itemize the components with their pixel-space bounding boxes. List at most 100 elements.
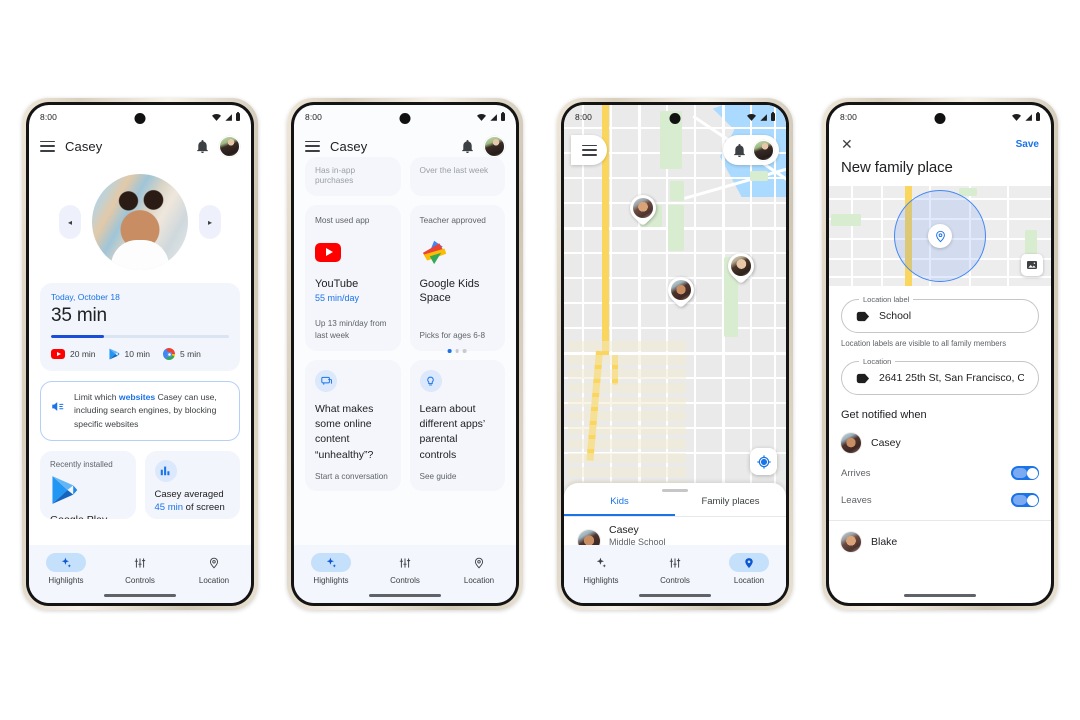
status-time: 8:00 xyxy=(840,112,857,122)
sliders-icon xyxy=(655,553,695,572)
chrome-icon xyxy=(163,348,176,360)
nav-item-location[interactable]: Location xyxy=(712,553,786,585)
my-location-button[interactable] xyxy=(750,448,777,475)
screenshot-canvas: 8:00 Casey ◂ ▸ Today, October 18 35 min … xyxy=(0,0,1080,720)
faded-card-in-app-purchases[interactable]: Has in-app purchases xyxy=(305,157,401,196)
tip-link[interactable]: websites xyxy=(119,392,155,402)
map-top-actions xyxy=(723,135,779,165)
bottom-navigation: Highlights Controls Location xyxy=(564,545,786,603)
bottom-navigation: Highlights Controls Location xyxy=(29,545,251,603)
screen-time-card[interactable]: Today, October 18 35 min 20 min 10 min 5… xyxy=(40,283,240,371)
location-address-value: 2641 25th St, San Francisco, CA 9... xyxy=(879,372,1024,384)
google-kids-space-icon xyxy=(422,240,446,265)
nav-item-controls[interactable]: Controls xyxy=(638,553,712,585)
location-pin-icon xyxy=(729,553,769,572)
nav-item-highlights[interactable]: Highlights xyxy=(294,553,368,585)
phone-2-bezel: 8:00 Casey Has in-app purchases Over the… xyxy=(291,102,519,606)
nav-item-highlights[interactable]: Highlights xyxy=(564,553,638,585)
family-location-map[interactable]: 8:00 Kids Family places Casey Middle Sch… xyxy=(564,105,786,603)
parent-avatar[interactable] xyxy=(753,139,774,161)
nav-item-highlights[interactable]: Highlights xyxy=(29,553,103,585)
nav-item-controls[interactable]: Controls xyxy=(368,553,442,585)
carousel-dot[interactable] xyxy=(463,349,467,353)
map-image-button[interactable] xyxy=(1021,254,1043,276)
map-pin-casey[interactable] xyxy=(662,271,700,309)
phone-3-bezel: 8:00 Kids Family places Casey Middle Sch… xyxy=(561,102,789,606)
carousel-dot[interactable] xyxy=(455,349,460,353)
teacher-approved-footer: Picks for ages 6-8 xyxy=(419,331,486,341)
tab-kids[interactable]: Kids xyxy=(564,496,675,516)
close-icon[interactable]: ✕ xyxy=(841,137,853,151)
casey-profile-photo[interactable] xyxy=(92,174,188,270)
teacher-approved-card[interactable]: Teacher approved Google Kids Space Picks… xyxy=(409,205,505,353)
blake-avatar xyxy=(841,532,861,552)
notification-bell-icon[interactable] xyxy=(461,139,474,153)
sparkle-icon xyxy=(581,553,621,572)
highlight-feed: Has in-app purchases Over the last week … xyxy=(294,157,516,491)
wifi-icon xyxy=(477,113,486,121)
hamburger-menu-icon[interactable] xyxy=(40,140,55,152)
nav-item-location[interactable]: Location xyxy=(442,553,516,585)
notification-bell-icon[interactable] xyxy=(196,139,209,153)
map-pin-mom[interactable] xyxy=(722,247,760,285)
sheet-drag-handle[interactable] xyxy=(662,489,688,492)
save-button[interactable]: Save xyxy=(1016,139,1039,150)
map-road xyxy=(1007,186,1009,286)
app-usage-chrome: 5 min xyxy=(163,348,201,360)
camera-punch-hole xyxy=(399,113,411,124)
parent-avatar[interactable] xyxy=(219,135,240,157)
page-title: Casey xyxy=(65,138,103,154)
hamburger-menu-icon[interactable] xyxy=(581,144,597,156)
teacher-approved-icon-wrap xyxy=(420,239,496,265)
app-breakdown: 20 min 10 min 5 min xyxy=(51,348,229,360)
app-usage-google-play: 10 min xyxy=(108,348,151,360)
signal-icon xyxy=(760,113,767,121)
kid-name: Casey xyxy=(609,524,639,536)
arrives-toggle[interactable] xyxy=(1011,466,1039,480)
map-road xyxy=(881,186,883,286)
app-usage-value: 20 min xyxy=(70,349,96,359)
carousel-prev-button[interactable]: ◂ xyxy=(59,205,81,239)
phone-2-content: Has in-app purchases Over the last week … xyxy=(294,157,516,603)
map-park xyxy=(831,214,861,226)
tab-family-places[interactable]: Family places xyxy=(675,496,786,516)
nav-item-controls[interactable]: Controls xyxy=(103,553,177,585)
average-screen-time-text: Casey averaged 45 min of screen xyxy=(155,488,231,515)
location-address-field[interactable]: Location 2641 25th St, San Francisco, CA… xyxy=(841,357,1039,395)
location-label-field[interactable]: Location label School xyxy=(841,295,1039,333)
faded-card-over-last-week[interactable]: Over the last week xyxy=(409,157,505,196)
screen-time-date: Today, October 18 xyxy=(51,292,120,302)
conversation-starter-footer: Start a conversation xyxy=(315,472,388,481)
app-bar: Casey xyxy=(29,129,251,163)
conversation-starter-card[interactable]: What makes some online content “unhealth… xyxy=(305,360,401,491)
mom-avatar xyxy=(731,256,751,276)
carousel-dots[interactable] xyxy=(447,349,467,353)
parent-avatar[interactable] xyxy=(484,135,505,157)
recently-installed-card[interactable]: Recently installed Google Play xyxy=(40,450,136,519)
sparkle-icon xyxy=(46,553,86,572)
nav-label: Highlights xyxy=(583,576,619,585)
carousel-dot[interactable] xyxy=(447,349,452,353)
place-preview-map[interactable] xyxy=(829,186,1051,286)
average-screen-time-card[interactable]: Casey averaged 45 min of screen xyxy=(144,450,240,519)
notification-bell-icon[interactable] xyxy=(733,143,746,157)
nav-label: Controls xyxy=(660,576,690,585)
signal-icon xyxy=(225,113,232,121)
camera-punch-hole xyxy=(134,113,146,124)
status-icons xyxy=(212,111,240,121)
map-pin-blake[interactable] xyxy=(624,189,662,227)
most-used-app-card[interactable]: Most used app YouTube 55 min/day Up 13 m… xyxy=(305,205,401,351)
app-usage-value: 10 min xyxy=(124,349,151,359)
most-used-app-label: Most used app xyxy=(315,215,370,225)
nav-item-location[interactable]: Location xyxy=(177,553,251,585)
gesture-bar xyxy=(369,594,441,597)
leaves-toggle[interactable] xyxy=(1011,493,1039,507)
website-limit-tip-card[interactable]: Limit which websites Casey can use, incl… xyxy=(40,381,240,441)
hamburger-menu-icon[interactable] xyxy=(305,140,320,152)
map-menu-button[interactable] xyxy=(571,135,607,165)
parental-controls-guide-card[interactable]: Learn about different apps’ parental con… xyxy=(409,360,505,491)
notifications-section-title: Get notified when xyxy=(841,409,927,421)
carousel-next-button[interactable]: ▸ xyxy=(199,205,221,239)
pin-shape xyxy=(624,189,662,227)
faded-cards-row: Has in-app purchases Over the last week xyxy=(305,157,505,196)
